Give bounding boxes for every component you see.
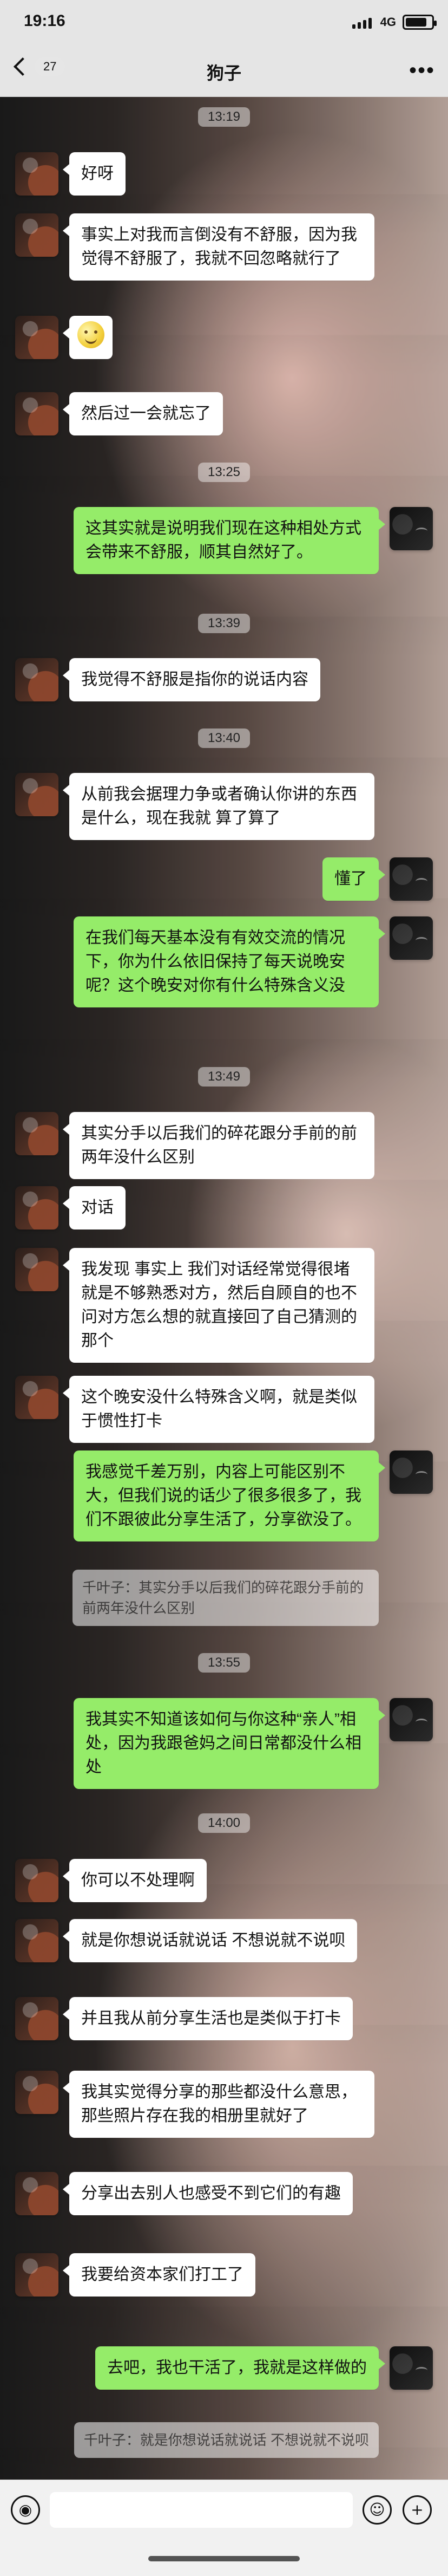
time-divider: 14:00: [0, 1813, 448, 1833]
message-bubble[interactable]: 这个晚安没什么特殊含义啊，就是类似于惯性打卡: [63, 1376, 374, 1443]
message-bubble[interactable]: 分享出去别人也感受不到它们的有趣: [63, 2172, 353, 2215]
contact-avatar[interactable]: [15, 1112, 58, 1155]
contact-avatar[interactable]: [15, 1919, 58, 1962]
message-bubble[interactable]: 去吧，我也干活了，我就是这样做的: [95, 2346, 385, 2390]
time-divider: 13:55: [0, 1653, 448, 1673]
message-bubble[interactable]: 我其实觉得分享的那些都没什么意思，那些照片存在我的相册里就好了: [63, 2071, 374, 2138]
chat-title: 狗子: [206, 63, 241, 83]
contact-avatar[interactable]: [15, 1248, 58, 1291]
contact-avatar[interactable]: [15, 658, 58, 701]
message-bubble[interactable]: 事实上对我而言倒没有不舒服，因为我觉得不舒服了，我就不回忽略就行了: [63, 213, 374, 281]
status-bar: 19:16 4G: [0, 0, 448, 45]
contact-avatar[interactable]: [15, 152, 58, 196]
message-bubble[interactable]: 对话: [63, 1186, 126, 1230]
contact-avatar[interactable]: [15, 213, 58, 257]
message-bubble[interactable]: 其实分手以后我们的碎花跟分手前的前两年没什么区别: [63, 1112, 374, 1179]
self-avatar[interactable]: [390, 2346, 433, 2390]
message-bubble[interactable]: 懂了: [322, 857, 385, 901]
contact-avatar[interactable]: [15, 773, 58, 816]
message-input[interactable]: [50, 2492, 353, 2528]
self-avatar[interactable]: [390, 857, 433, 901]
network-type: 4G: [380, 15, 396, 29]
contact-avatar[interactable]: [15, 1859, 58, 1902]
emoji-message-bubble[interactable]: [63, 316, 113, 359]
message-bubble[interactable]: 就是你想说话就说话 不想说就不说呗: [62, 1919, 358, 1962]
plus-icon[interactable]: +: [403, 2495, 432, 2525]
time-divider: 13:39: [0, 614, 448, 633]
message-bubble[interactable]: 这其实就是说明我们现在这种相处方式会带来不舒服，顺其自然好了。: [74, 507, 385, 574]
battery-fill: [406, 18, 426, 27]
contact-avatar[interactable]: [15, 1997, 58, 2040]
time-divider: 13:25: [0, 463, 448, 482]
message-bubble[interactable]: 并且我从前分享生活也是类似于打卡: [63, 1997, 353, 2040]
message-bubble[interactable]: 从前我会据理力争或者确认你讲的东西是什么，现在我就 算了算了: [63, 773, 374, 840]
battery-icon: [403, 15, 437, 30]
message-bubble[interactable]: 在我们每天基本没有有效交流的情况下，你为什么依旧保持了每天说晚安呢？这个晚安对你…: [74, 916, 385, 1007]
contact-avatar[interactable]: [15, 2253, 58, 2297]
quoted-message[interactable]: 千叶子：其实分手以后我们的碎花跟分手前的前两年没什么区别: [73, 1570, 379, 1626]
quoted-message[interactable]: 千叶子：就是你想说话就说话 不想说就不说呗: [74, 2422, 379, 2458]
message-bubble[interactable]: 我觉得不舒服是指你的说话内容: [63, 658, 320, 701]
time-divider: 13:40: [0, 728, 448, 748]
time-divider: 13:19: [0, 107, 448, 127]
status-time: 19:16: [24, 12, 65, 30]
contact-avatar[interactable]: [15, 2071, 58, 2114]
message-bubble[interactable]: 好呀: [63, 152, 126, 196]
message-bubble[interactable]: 我要给资本家们打工了: [63, 2253, 255, 2297]
home-indicator: [148, 2556, 300, 2561]
smiley-emoji-icon: [77, 321, 104, 348]
self-avatar[interactable]: [390, 507, 433, 550]
message-bubble[interactable]: 我发现 事实上 我们对话经常觉得很堵就是不够熟悉对方，然后自顾自的也不问对方怎么…: [63, 1248, 374, 1363]
message-bubble[interactable]: 然后过一会就忘了: [63, 392, 223, 435]
message-bubble[interactable]: 我感觉千差万别，内容上可能区别不大，但我们说的话少了很多很多了，我们不跟彼此分享…: [74, 1450, 385, 1541]
contact-avatar[interactable]: [15, 1376, 58, 1419]
self-avatar[interactable]: [390, 916, 433, 960]
message-bubble[interactable]: 你可以不处理啊: [63, 1859, 207, 1902]
message-list: 13:19 好呀 事实上对我而言倒没有不舒服，因为我觉得不舒服了，我就不回忽略就…: [0, 96, 448, 2480]
contact-avatar[interactable]: [15, 316, 58, 359]
more-button[interactable]: •••: [409, 60, 435, 81]
self-avatar[interactable]: [390, 1450, 433, 1494]
contact-avatar[interactable]: [15, 392, 58, 435]
time-divider: 13:49: [0, 1067, 448, 1087]
self-avatar[interactable]: [390, 1698, 433, 1741]
chat-header: 27 狗子 •••: [0, 45, 448, 97]
emoji-icon[interactable]: ☺: [363, 2495, 392, 2525]
signal-icon: [352, 16, 374, 29]
voice-icon[interactable]: ◉: [11, 2495, 40, 2525]
contact-avatar[interactable]: [15, 1186, 58, 1230]
contact-avatar[interactable]: [15, 2172, 58, 2215]
message-bubble[interactable]: 我其实不知道该如何与你这种“亲人”相处，因为我跟爸妈之间日常都没什么相处: [74, 1698, 385, 1789]
status-indicators: 4G: [352, 13, 437, 31]
input-bar: ◉ ☺ +: [0, 2480, 448, 2576]
